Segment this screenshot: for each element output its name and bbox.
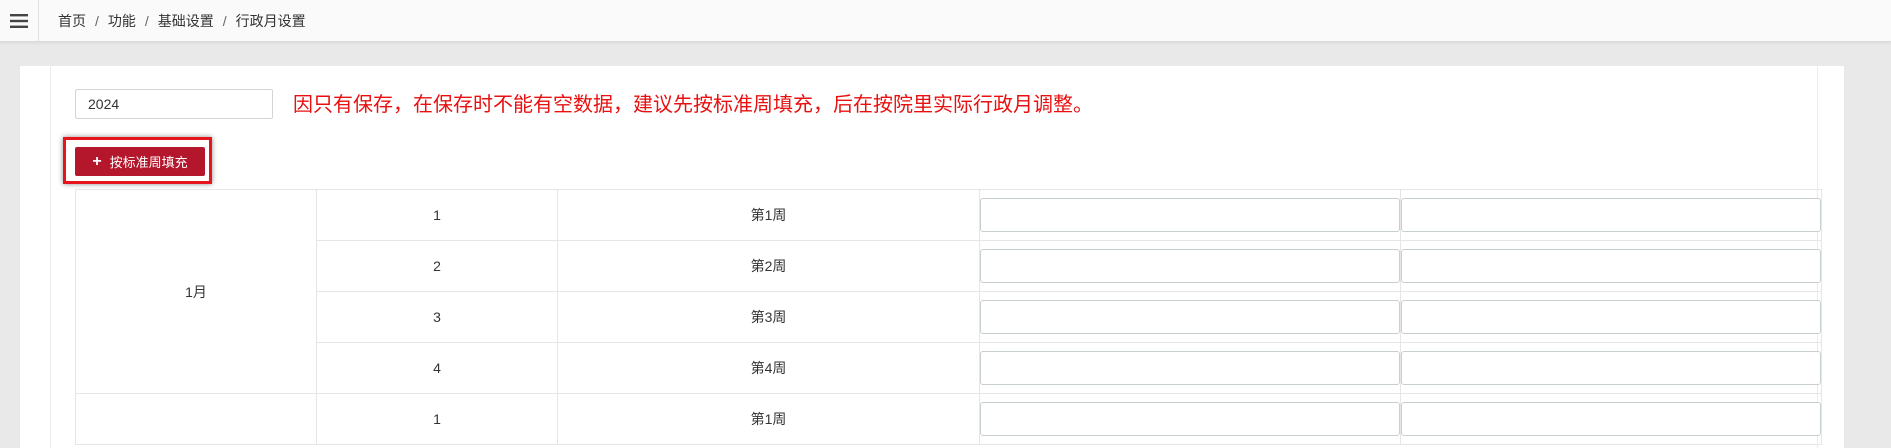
month-cell: 1月 xyxy=(75,189,317,394)
week-name-cell: 第3周 xyxy=(557,291,980,343)
end-date-cell xyxy=(1400,240,1822,292)
table-row: 1 第1周 xyxy=(75,393,1822,445)
notice-text: 因只有保存，在保存时不能有空数据，建议先按标准周填充，后在按院里实际行政月调整。 xyxy=(293,92,1093,116)
table-row: 2 第2周 xyxy=(76,240,1822,292)
week-name-cell: 第1周 xyxy=(557,393,980,445)
breadcrumb-current-page: 行政月设置 xyxy=(235,12,306,29)
table-row: 1月 1 第1周 xyxy=(75,189,1822,394)
start-date-cell xyxy=(979,189,1401,241)
end-date-input[interactable] xyxy=(1401,351,1821,385)
end-date-input[interactable] xyxy=(1401,300,1821,334)
start-date-input[interactable] xyxy=(980,300,1400,334)
breadcrumb-home[interactable]: 首页 xyxy=(58,11,86,31)
breadcrumb-separator: / xyxy=(144,12,149,29)
week-table: 1月 1 第1周 2 第2周 3 第3周 4 第4周 1 第1周 xyxy=(75,189,1822,445)
menu-toggle-button[interactable] xyxy=(0,0,39,41)
end-date-input[interactable] xyxy=(1401,198,1821,232)
week-name-cell: 第4周 xyxy=(557,342,980,394)
start-date-cell xyxy=(979,240,1401,292)
end-date-input[interactable] xyxy=(1401,249,1821,283)
start-date-cell xyxy=(979,393,1401,445)
start-date-input[interactable] xyxy=(980,198,1400,232)
week-index-cell: 1 xyxy=(316,393,558,445)
start-date-cell xyxy=(979,342,1401,394)
fill-button-label: 按标准周填充 xyxy=(109,155,188,170)
end-date-cell xyxy=(1400,393,1822,445)
end-date-input[interactable] xyxy=(1401,402,1821,436)
week-index-cell: 2 xyxy=(316,240,558,292)
content-card: 因只有保存，在保存时不能有空数据，建议先按标准周填充，后在按院里实际行政月调整。… xyxy=(20,66,1844,448)
hamburger-menu-icon xyxy=(10,13,28,28)
start-date-input[interactable] xyxy=(980,249,1400,283)
week-name-cell: 第1周 xyxy=(557,189,980,241)
table-row: 3 第3周 xyxy=(76,291,1822,343)
end-date-cell xyxy=(1400,342,1822,394)
breadcrumb: 首页 / 功能 / 基础设置 / 行政月设置 xyxy=(58,11,306,31)
week-index-cell: 4 xyxy=(316,342,558,394)
breadcrumb-separator: / xyxy=(222,12,227,29)
week-name-cell: 第2周 xyxy=(557,240,980,292)
panel-divider xyxy=(50,66,51,448)
start-date-input[interactable] xyxy=(980,351,1400,385)
week-index-cell: 1 xyxy=(316,189,558,241)
breadcrumb-basic-settings[interactable]: 基础设置 xyxy=(158,11,214,31)
month-cell xyxy=(75,393,317,445)
start-date-input[interactable] xyxy=(980,402,1400,436)
fill-standard-week-button[interactable]: + 按标准周填充 xyxy=(75,147,205,176)
start-date-cell xyxy=(979,291,1401,343)
table-row: 4 第4周 xyxy=(76,342,1822,394)
breadcrumb-feature[interactable]: 功能 xyxy=(108,11,136,31)
year-input[interactable] xyxy=(75,89,273,119)
plus-icon: + xyxy=(92,152,102,170)
end-date-cell xyxy=(1400,291,1822,343)
end-date-cell xyxy=(1400,189,1822,241)
breadcrumb-separator: / xyxy=(95,12,99,29)
week-index-cell: 3 xyxy=(316,291,558,343)
top-bar: 首页 / 功能 / 基础设置 / 行政月设置 xyxy=(0,0,1891,42)
